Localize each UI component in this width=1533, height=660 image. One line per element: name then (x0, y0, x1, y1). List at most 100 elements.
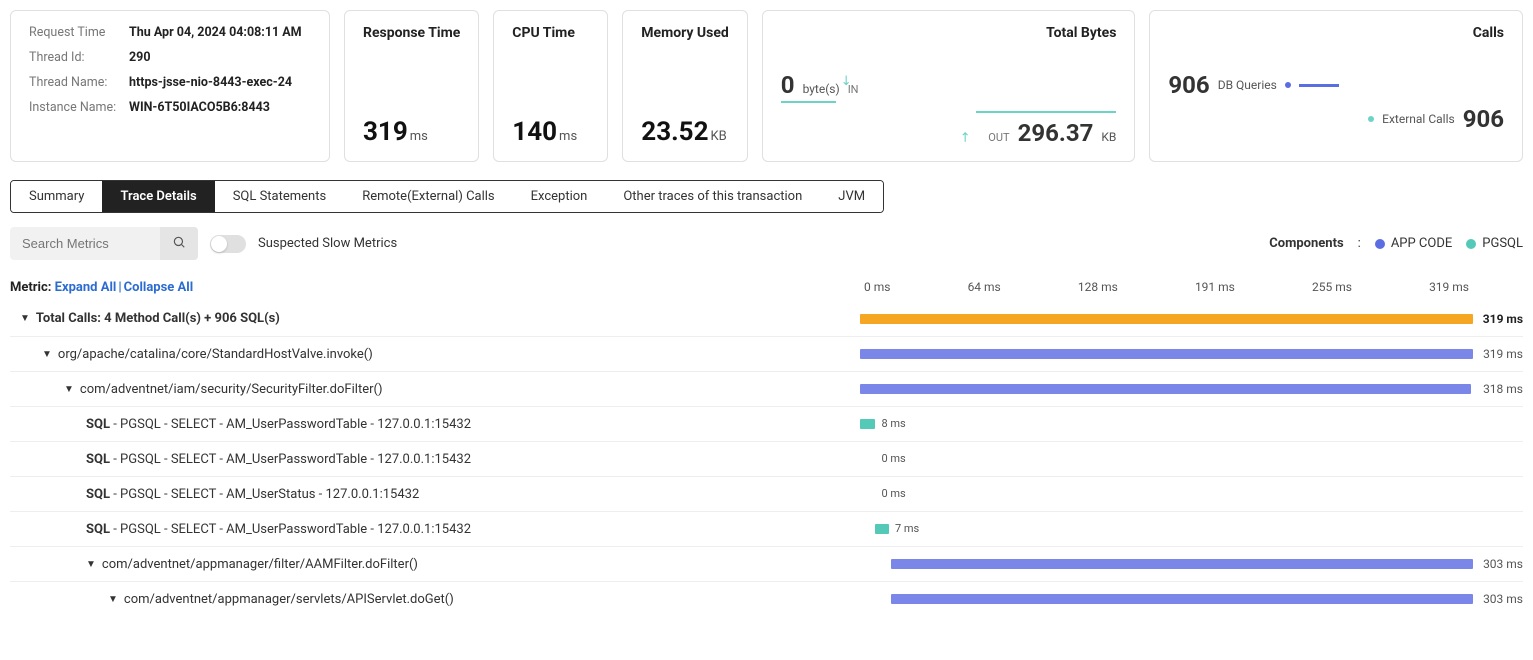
trace-bar-track (860, 592, 1473, 606)
trace-label[interactable]: com/adventnet/appmanager/servlets/APISer… (124, 592, 454, 607)
trace-duration: 319 ms (1473, 312, 1523, 326)
sql-tag: SQL (86, 487, 110, 502)
trace-bar-track (860, 347, 1473, 361)
trace-row: ▼ Total Calls: 4 Method Call(s) + 906 SQL… (10, 301, 1523, 336)
trace-inline-duration: 0 ms (881, 487, 905, 500)
search-wrap (10, 227, 198, 260)
trace-duration: 303 ms (1473, 592, 1523, 606)
tab-summary[interactable]: Summary (11, 181, 102, 212)
db-queries-row: 906 DB Queries (1168, 71, 1504, 99)
dot-icon (1375, 239, 1385, 249)
expand-all-link[interactable]: Expand All (55, 280, 117, 295)
caret-icon[interactable]: ▼ (42, 349, 52, 360)
request-info-card: Request TimeThu Apr 04, 2024 04:08:11 AM… (10, 10, 330, 162)
cpu-time-card: CPU Time 140ms (493, 10, 608, 162)
trace-label[interactable]: SQL - PGSQL - SELECT - AM_UserStatus - 1… (86, 487, 419, 502)
cpu-time-value: 140ms (512, 117, 589, 147)
instance-name-value: WIN-6T50IACO5B6:8443 (129, 100, 270, 115)
dot-icon (1368, 116, 1374, 122)
tab-sql-statements[interactable]: SQL Statements (215, 181, 345, 212)
trace-duration: 319 ms (1473, 347, 1523, 361)
request-time-label: Request Time (29, 25, 129, 40)
instance-name-label: Instance Name: (29, 100, 129, 115)
timeline-ticks: 0 ms 64 ms 128 ms 191 ms 255 ms 319 ms (860, 280, 1473, 295)
bytes-in-row: 0 byte(s) IN ↙ (781, 71, 836, 103)
sql-tag: SQL (86, 417, 110, 432)
dot-icon (1466, 239, 1476, 249)
tab-other-traces[interactable]: Other traces of this transaction (605, 181, 820, 212)
collapse-all-link[interactable]: Collapse All (124, 280, 194, 295)
suspected-slow-toggle[interactable] (210, 235, 246, 253)
thread-id-label: Thread Id: (29, 50, 129, 65)
trace-row: SQL - PGSQL - SELECT - AM_UserPasswordTa… (10, 441, 1523, 476)
memory-used-title: Memory Used (641, 25, 729, 41)
response-time-title: Response Time (363, 25, 460, 41)
trace-label[interactable]: org/apache/catalina/core/StandardHostVal… (58, 347, 373, 362)
trace-tree: ▼ Total Calls: 4 Method Call(s) + 906 SQL… (10, 301, 1523, 616)
trace-row: ▼ com/adventnet/iam/security/SecurityFilt… (10, 371, 1523, 406)
trace-bar-track: 0 ms (860, 452, 1473, 466)
tab-jvm[interactable]: JVM (820, 181, 883, 212)
total-bytes-title: Total Bytes (781, 25, 1117, 41)
trace-row: SQL - PGSQL - SELECT - AM_UserPasswordTa… (10, 511, 1523, 546)
suspected-slow-label: Suspected Slow Metrics (258, 236, 397, 251)
trace-row: ▼ com/adventnet/appmanager/servlets/APISe… (10, 581, 1523, 616)
trace-inline-duration: 7 ms (895, 522, 919, 535)
search-icon (172, 235, 186, 249)
response-time-card: Response Time 319ms (344, 10, 479, 162)
thread-name-value: https-jsse-nio-8443-exec-24 (129, 75, 292, 90)
calls-title: Calls (1168, 25, 1504, 41)
sql-tag: SQL (86, 522, 110, 537)
caret-icon[interactable]: ▼ (20, 313, 30, 324)
trace-label[interactable]: SQL - PGSQL - SELECT - AM_UserPasswordTa… (86, 452, 471, 467)
memory-used-value: 23.52KB (641, 117, 729, 147)
tab-exception[interactable]: Exception (513, 181, 606, 212)
trace-bar-track: 0 ms (860, 487, 1473, 501)
response-time-value: 319ms (363, 117, 460, 147)
trace-bar-track (860, 382, 1473, 396)
trace-label[interactable]: com/adventnet/appmanager/filter/AAMFilte… (102, 557, 418, 572)
external-calls-row: External Calls 906 (1168, 105, 1504, 133)
trace-bar (891, 559, 1473, 569)
trace-row: SQL - PGSQL - SELECT - AM_UserStatus - 1… (10, 476, 1523, 511)
trace-bar (860, 419, 875, 429)
trace-bar-track: 8 ms (860, 417, 1473, 431)
bytes-out-row: ↗ OUT 296.37 KB (976, 111, 1116, 147)
thread-name-label: Thread Name: (29, 75, 129, 90)
arrow-out-icon: ↗ (957, 128, 975, 146)
caret-icon[interactable]: ▼ (86, 559, 96, 570)
trace-bar (860, 314, 1473, 324)
legend-pgsql: PGSQL (1466, 236, 1523, 251)
trace-bar-track (860, 557, 1473, 571)
search-button[interactable] (160, 227, 198, 260)
trace-label[interactable]: Total Calls: 4 Method Call(s) + 906 SQL(… (36, 311, 280, 326)
tab-remote-calls[interactable]: Remote(External) Calls (344, 181, 512, 212)
trace-duration: 318 ms (1473, 382, 1523, 396)
caret-icon[interactable]: ▼ (108, 594, 118, 605)
sql-tag: SQL (86, 452, 110, 467)
trace-inline-duration: 0 ms (881, 452, 905, 465)
trace-bar-track (860, 312, 1473, 326)
cpu-time-title: CPU Time (512, 25, 589, 41)
caret-icon[interactable]: ▼ (64, 384, 74, 395)
trace-label[interactable]: SQL - PGSQL - SELECT - AM_UserPasswordTa… (86, 417, 471, 432)
trace-bar (875, 524, 888, 534)
trace-inline-duration: 8 ms (881, 417, 905, 430)
trace-label[interactable]: com/adventnet/iam/security/SecurityFilte… (80, 382, 383, 397)
components-legend: Components : APP CODE PGSQL (1269, 236, 1523, 251)
trace-row: ▼ com/adventnet/appmanager/filter/AAMFilt… (10, 546, 1523, 581)
trace-duration: 303 ms (1473, 557, 1523, 571)
trace-bar (860, 384, 1471, 394)
metric-column-header: Metric: Expand All|Collapse All (10, 280, 860, 295)
legend-app-code: APP CODE (1375, 236, 1452, 251)
total-bytes-card: Total Bytes 0 byte(s) IN ↙ ↗ OUT 296.37 … (762, 10, 1136, 162)
trace-label[interactable]: SQL - PGSQL - SELECT - AM_UserPasswordTa… (86, 522, 471, 537)
request-time-value: Thu Apr 04, 2024 04:08:11 AM (129, 25, 302, 40)
calls-card: Calls 906 DB Queries External Calls 906 (1149, 10, 1523, 162)
search-input[interactable] (10, 228, 160, 259)
trace-row: SQL - PGSQL - SELECT - AM_UserPasswordTa… (10, 406, 1523, 441)
tabs-bar: Summary Trace Details SQL Statements Rem… (10, 180, 884, 213)
trace-bar (860, 349, 1473, 359)
dot-icon (1285, 82, 1291, 88)
tab-trace-details[interactable]: Trace Details (102, 181, 214, 212)
